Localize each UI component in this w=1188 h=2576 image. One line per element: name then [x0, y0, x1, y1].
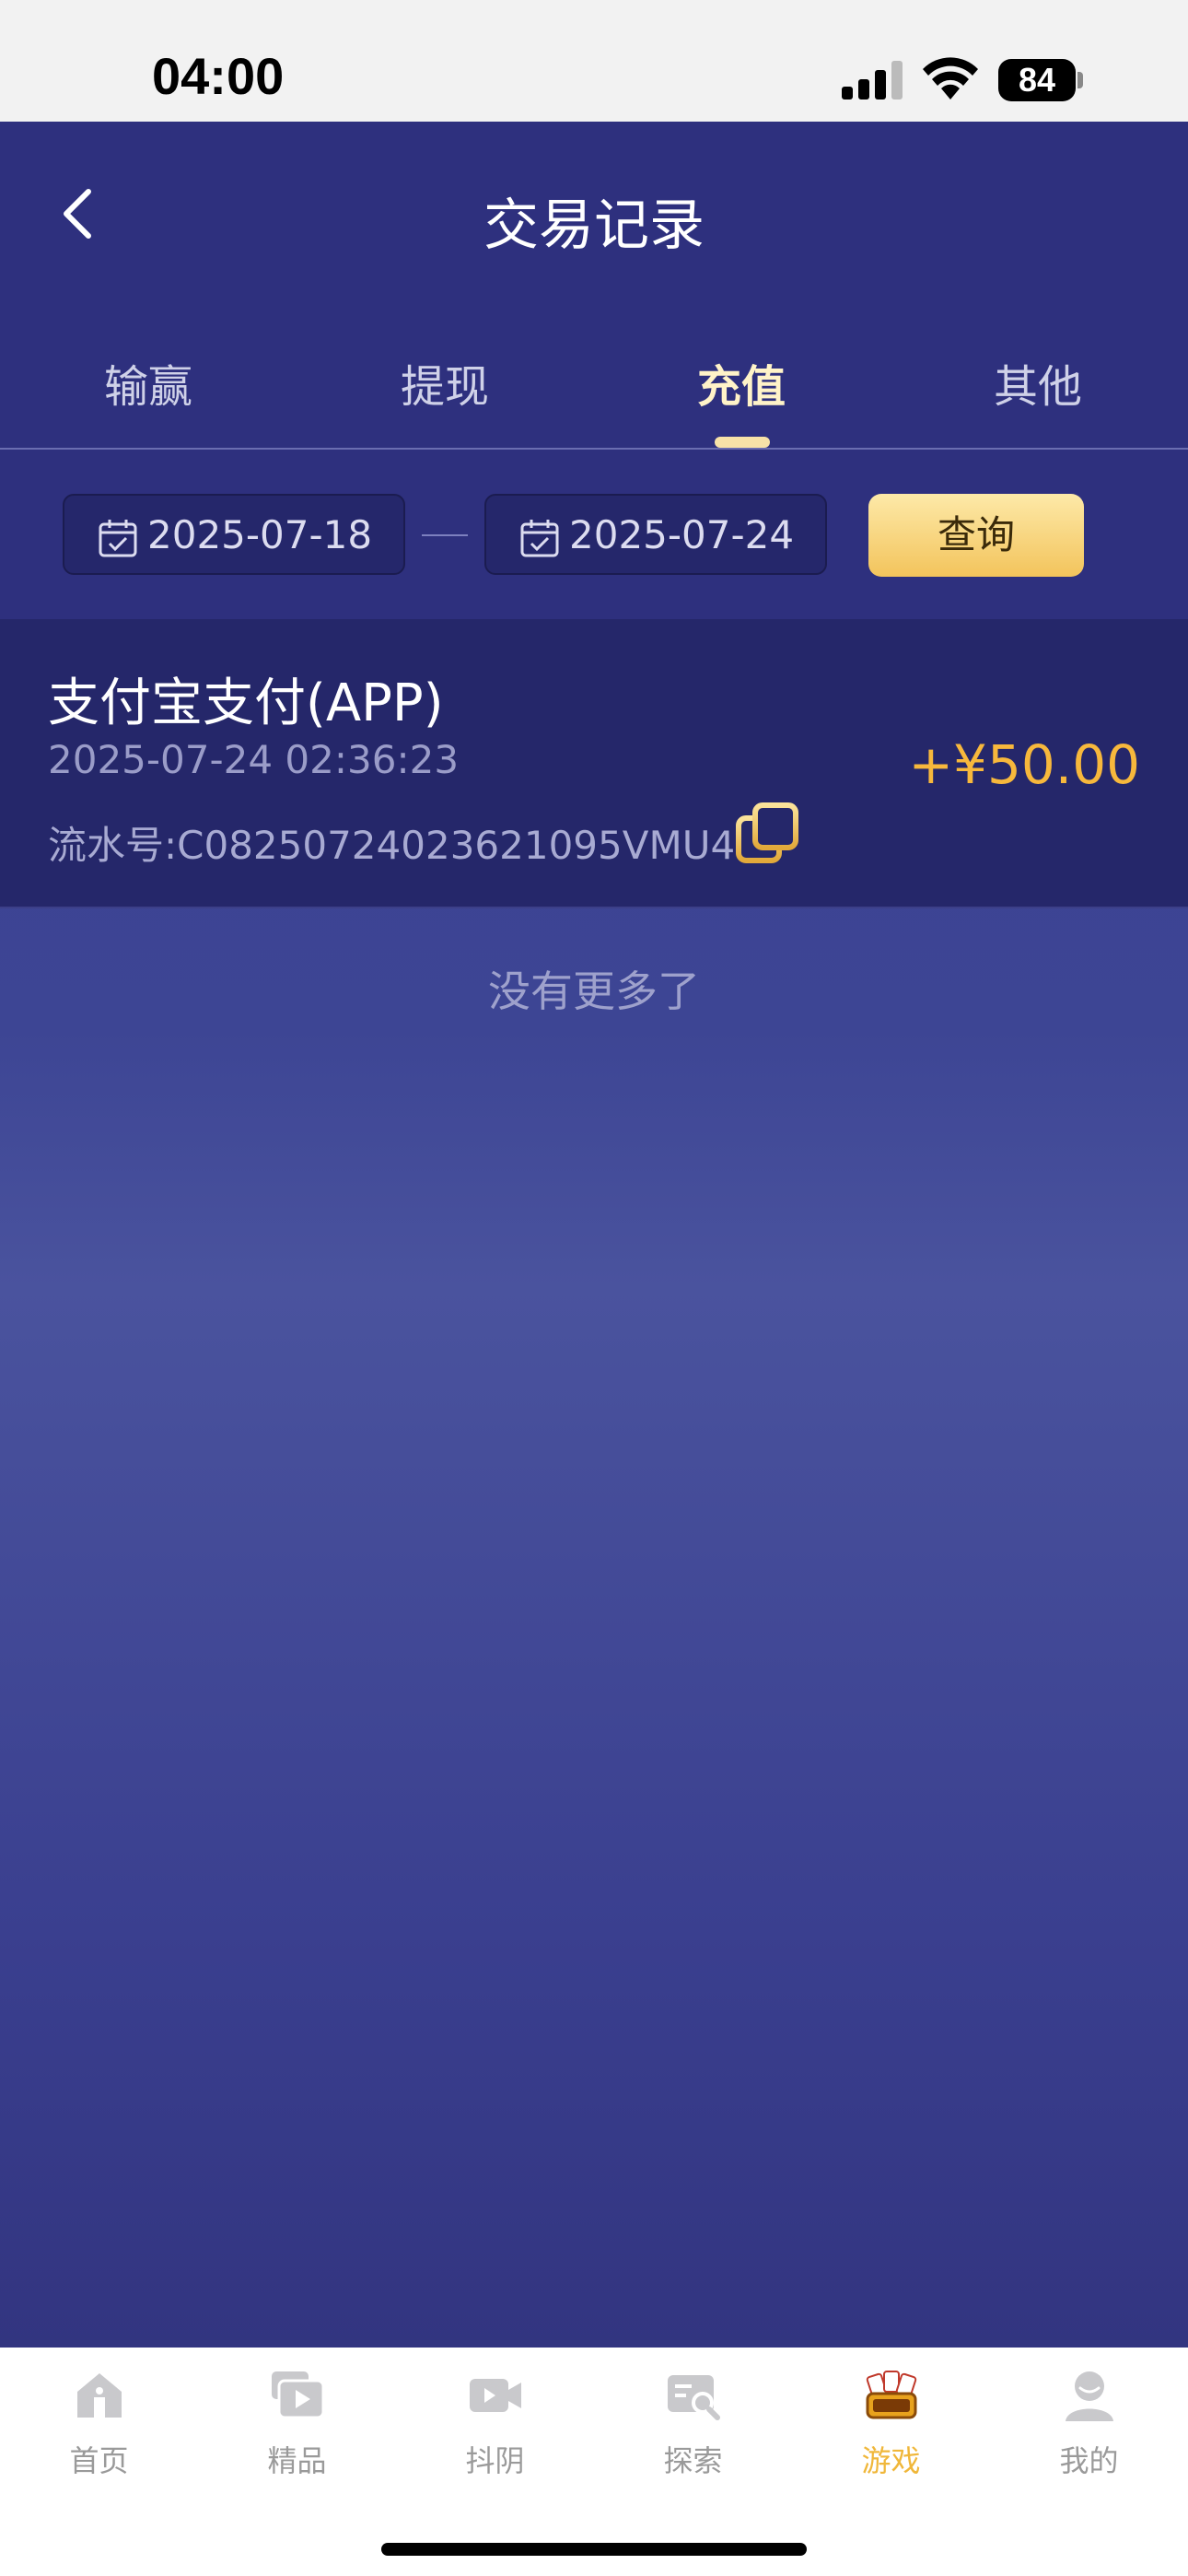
video-camera-icon — [469, 2379, 521, 2412]
nav-game-label: 游戏 — [861, 2443, 921, 2478]
nav-short-video[interactable]: 抖阴 — [396, 2366, 594, 2480]
nav-featured[interactable]: 精品 — [198, 2366, 396, 2480]
nav-featured-label: 精品 — [267, 2443, 327, 2478]
record-serial-number: 流水号:C08250724023621095VMU4 — [48, 823, 736, 868]
record-time: 2025-07-24 02:36:23 — [48, 737, 460, 782]
nav-short-video-label: 抖阴 — [465, 2443, 525, 2478]
nav-profile[interactable]: 我的 — [990, 2366, 1188, 2480]
nav-profile-label: 我的 — [1059, 2443, 1119, 2478]
chess-cards-game-icon — [866, 2371, 916, 2419]
nav-home[interactable]: 首页 — [0, 2366, 198, 2480]
tab-recharge[interactable]: 充值 — [593, 350, 890, 415]
user-icon — [1065, 2371, 1113, 2421]
wifi-icon — [923, 57, 978, 100]
status-time: 04:00 — [152, 47, 285, 105]
video-stack-icon — [271, 2371, 324, 2419]
record-amount: +¥50.00 — [908, 733, 1140, 796]
battery-tip — [1077, 72, 1083, 88]
copy-icon[interactable] — [733, 800, 801, 868]
tab-win-loss[interactable]: 输赢 — [0, 350, 297, 415]
home-indicator[interactable] — [381, 2543, 807, 2556]
nav-game[interactable]: 游戏 — [792, 2366, 990, 2480]
record-title: 支付宝支付(APP) — [48, 673, 444, 733]
cellular-signal-icon — [842, 61, 903, 100]
home-icon — [76, 2373, 122, 2418]
nav-explore[interactable]: 探索 — [594, 2366, 792, 2480]
battery-indicator: 84 — [998, 59, 1076, 101]
tab-withdraw[interactable]: 提现 — [297, 350, 593, 415]
active-tab-indicator — [715, 437, 770, 448]
calendar-icon — [99, 520, 137, 557]
date-range-separator — [422, 534, 468, 536]
query-button[interactable]: 查询 — [868, 494, 1084, 577]
tab-divider — [0, 448, 1188, 450]
nav-explore-label: 探索 — [663, 2443, 723, 2478]
tab-other[interactable]: 其他 — [890, 350, 1186, 415]
end-date-value: 2025-07-24 — [569, 512, 795, 557]
start-date-picker[interactable]: 2025-07-18 — [63, 494, 405, 575]
end-date-picker[interactable]: 2025-07-24 — [484, 494, 827, 575]
calendar-icon — [520, 520, 559, 557]
list-end-text: 没有更多了 — [488, 966, 700, 1016]
nav-home-label: 首页 — [69, 2443, 129, 2478]
start-date-value: 2025-07-18 — [147, 512, 373, 557]
page-title: 交易记录 — [483, 193, 705, 258]
tab-bar: 输赢 提现 充值 其他 — [0, 350, 1188, 451]
explore-search-icon — [667, 2375, 720, 2420]
